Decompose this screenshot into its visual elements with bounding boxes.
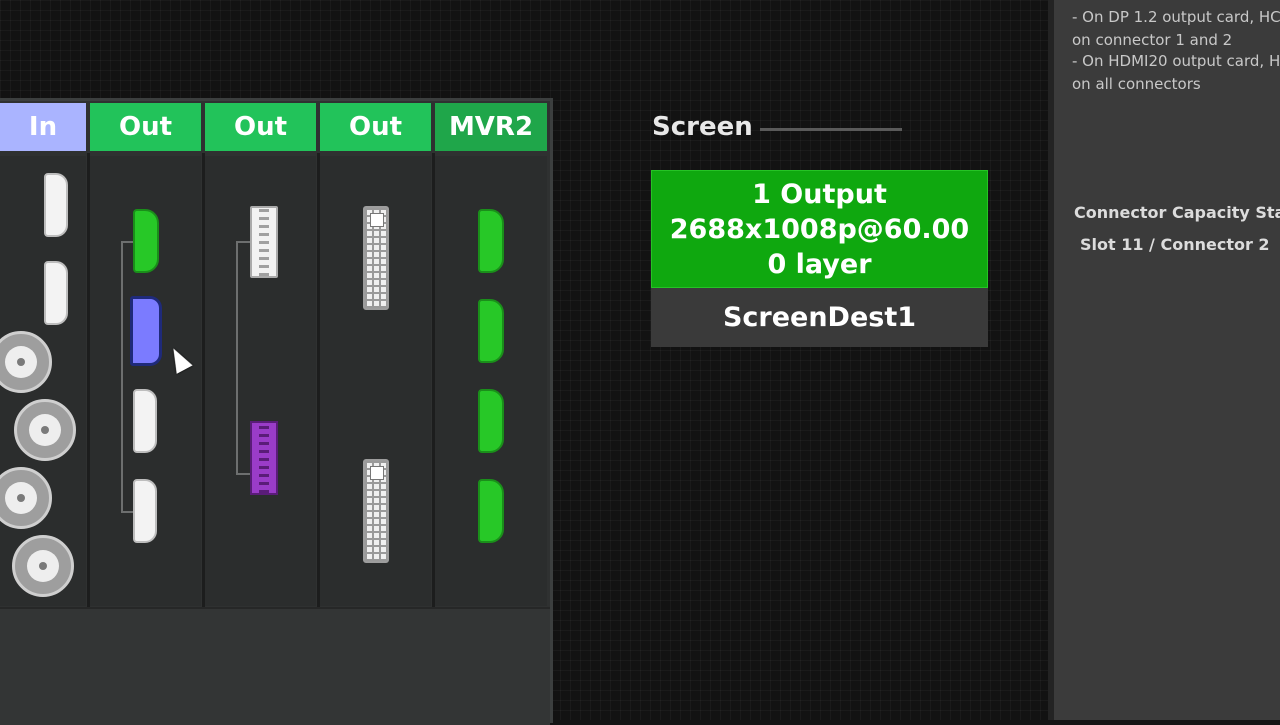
output-device-panel: In Out Out Out MVR2 (0, 98, 553, 725)
output-1-connector-4[interactable] (133, 479, 157, 543)
device-footer (0, 607, 550, 725)
info-note-line: - On DP 1.2 output card, HC (1072, 8, 1280, 26)
output-1-connector-2-selected[interactable] (130, 296, 162, 366)
connector-link-line (236, 473, 250, 475)
header-out-1: Out (90, 103, 201, 151)
workspace-canvas: In Out Out Out MVR2 Screen 1 Output 2688… (0, 0, 1048, 725)
card-divider (317, 153, 320, 607)
slot-connector-label: Slot 11 / Connector 2 (1080, 235, 1270, 254)
header-out-2: Out (205, 103, 316, 151)
header-mvr2: MVR2 (435, 103, 547, 151)
mvr2-connector-2[interactable] (478, 299, 504, 363)
card-divider (87, 153, 90, 607)
input-connector-sdi-2[interactable] (14, 399, 76, 461)
screen-destination[interactable]: ScreenDest1 (651, 288, 988, 347)
connector-link-line (121, 241, 123, 511)
input-connector-sdi-4[interactable] (12, 535, 74, 597)
screen-layer-count: 0 layer (767, 248, 872, 280)
screen-summary[interactable]: 1 Output 2688x1008p@60.00 0 layer (651, 170, 988, 288)
mvr2-connector-3[interactable] (478, 389, 504, 453)
screen-resolution: 2688x1008p@60.00 (669, 213, 970, 245)
connector-link-line (121, 511, 133, 513)
output-3-dvi-2[interactable] (363, 459, 389, 563)
output-2-displayport-1[interactable] (250, 206, 278, 278)
connector-link-line (121, 241, 133, 243)
output-1-connector-1[interactable] (133, 209, 159, 273)
card-divider (202, 153, 205, 607)
info-note-line: on all connectors (1072, 75, 1201, 93)
mvr2-connector-4[interactable] (478, 479, 504, 543)
info-note-line: on connector 1 and 2 (1072, 31, 1233, 49)
connector-capacity-title: Connector Capacity Sta (1074, 203, 1280, 222)
header-in: In (0, 103, 86, 151)
screen-output-count: 1 Output (752, 178, 887, 210)
connector-link-line (236, 241, 238, 473)
mvr2-connector-1[interactable] (478, 209, 504, 273)
output-3-dvi-1[interactable] (363, 206, 389, 310)
header-out-3: Out (320, 103, 431, 151)
screen-label: Screen (652, 112, 753, 142)
screen-link-line (760, 128, 902, 131)
output-2-displayport-2[interactable] (250, 421, 278, 495)
connector-link-line (236, 241, 250, 243)
info-panel: - On DP 1.2 output card, HC on connector… (1048, 0, 1280, 720)
card-divider (432, 153, 435, 607)
input-connector-hdmi-1[interactable] (44, 173, 68, 237)
info-note-line: - On HDMI20 output card, H (1072, 52, 1280, 70)
input-connector-hdmi-2[interactable] (44, 261, 68, 325)
output-1-connector-3[interactable] (133, 389, 157, 453)
screen-node[interactable]: 1 Output 2688x1008p@60.00 0 layer Screen… (651, 170, 988, 347)
